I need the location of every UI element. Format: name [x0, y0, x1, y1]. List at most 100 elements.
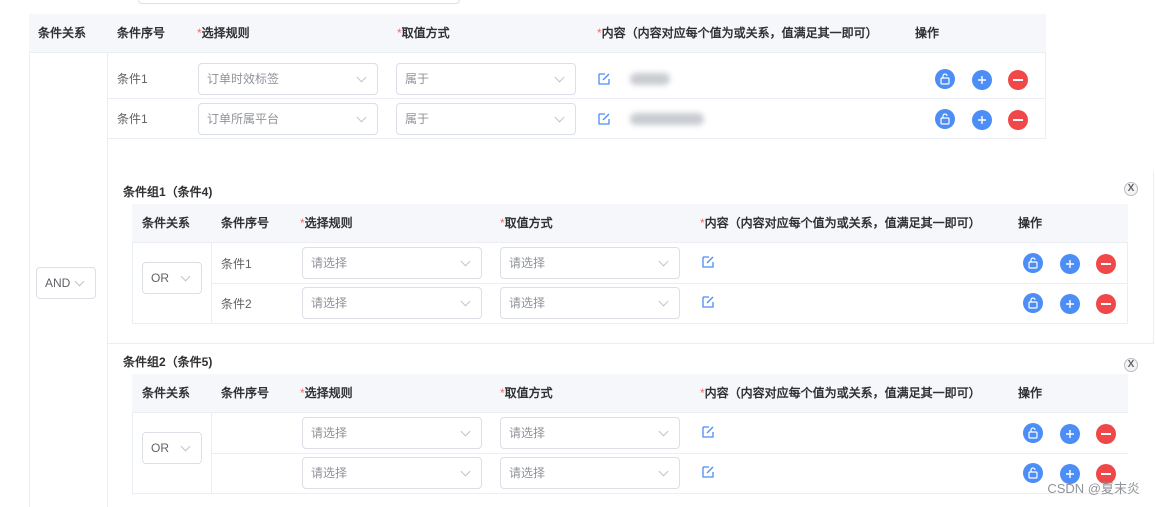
chevron-down-icon — [658, 256, 669, 267]
relation-value: OR — [151, 271, 169, 285]
method-value: 属于 — [405, 72, 430, 86]
method-value: 请选择 — [509, 296, 546, 310]
method-select[interactable]: 请选择 — [500, 247, 680, 279]
header-seq: 条件序号 — [221, 386, 270, 400]
remove-button[interactable] — [1096, 294, 1116, 314]
add-button[interactable] — [972, 110, 992, 130]
chevron-down-icon — [180, 271, 191, 282]
row-seq: 条件1 — [117, 112, 148, 126]
row-seq: 条件1 — [117, 72, 148, 86]
remove-button[interactable] — [1008, 110, 1028, 130]
method-value: 属于 — [405, 112, 430, 126]
unlock-button[interactable] — [1023, 463, 1043, 483]
chevron-down-icon — [460, 466, 471, 477]
unlock-button[interactable] — [1023, 293, 1043, 313]
unlock-icon — [1028, 467, 1038, 479]
method-select[interactable]: 请选择 — [500, 417, 680, 449]
chevron-down-icon — [554, 112, 565, 123]
method-select[interactable]: 请选择 — [500, 457, 680, 489]
top-input-partial[interactable] — [138, 0, 460, 4]
edit-icon[interactable] — [701, 465, 715, 479]
edit-icon[interactable] — [597, 112, 611, 126]
header-ops: 操作 — [1018, 216, 1043, 230]
unlock-button[interactable] — [1023, 253, 1043, 273]
method-value: 请选择 — [509, 426, 546, 440]
group-bottom-border — [132, 493, 1128, 494]
plus-icon — [1066, 260, 1074, 268]
chevron-down-icon — [356, 112, 367, 123]
minus-icon — [1101, 303, 1111, 305]
edit-icon[interactable] — [701, 425, 715, 439]
rule-select[interactable]: 请选择 — [302, 417, 482, 449]
remove-button[interactable] — [1008, 70, 1028, 90]
minus-icon — [1101, 433, 1111, 435]
relation-value: AND — [45, 276, 71, 290]
header-method: *取值方式 — [397, 26, 450, 40]
rule-value: 请选择 — [311, 256, 348, 270]
add-button[interactable] — [1060, 254, 1080, 274]
group-relation-select[interactable]: OR — [142, 432, 202, 464]
rule-value: 请选择 — [311, 296, 348, 310]
group-title: 条件组1（条件4) — [123, 185, 213, 199]
method-select[interactable]: 属于 — [396, 103, 576, 135]
header-ops: 操作 — [1018, 386, 1043, 400]
outer-right-border — [1045, 53, 1046, 139]
method-select[interactable]: 属于 — [396, 63, 576, 95]
chevron-down-icon — [460, 426, 471, 437]
outer-row-divider — [108, 98, 1046, 99]
row-seq: 条件2 — [221, 297, 252, 311]
relation-value: OR — [151, 441, 169, 455]
group-title: 条件组2（条件5) — [123, 355, 213, 369]
header-rule: *选择规则 — [197, 26, 250, 40]
plus-icon — [978, 116, 986, 124]
outer-relation-select[interactable]: AND — [36, 267, 96, 299]
header-rule: *选择规则 — [300, 386, 353, 400]
plus-icon — [1066, 430, 1074, 438]
header-rule: *选择规则 — [300, 216, 353, 230]
blurred-content — [630, 73, 670, 85]
unlock-icon — [940, 73, 950, 85]
minus-icon — [1013, 79, 1023, 81]
chevron-down-icon — [658, 426, 669, 437]
rule-select[interactable]: 请选择 — [302, 247, 482, 279]
method-select[interactable]: 请选择 — [500, 287, 680, 319]
group-row-divider — [212, 283, 1128, 284]
chevron-down-icon — [180, 441, 191, 452]
add-button[interactable] — [972, 70, 992, 90]
group-right-border — [1153, 172, 1154, 343]
edit-icon[interactable] — [701, 295, 715, 309]
header-relation: 条件关系 — [142, 216, 191, 230]
chevron-down-icon — [460, 256, 471, 267]
close-group-button[interactable]: X — [1124, 358, 1138, 372]
add-button[interactable] — [1060, 294, 1080, 314]
group-bottom-border — [132, 323, 1128, 324]
unlock-icon — [1028, 427, 1038, 439]
method-value: 请选择 — [509, 466, 546, 480]
unlock-button[interactable] — [935, 109, 955, 129]
remove-button[interactable] — [1096, 254, 1116, 274]
outer-table-header: 条件关系 条件序号 *选择规则 *取值方式 *内容（内容对应每个值为或关系，值满… — [29, 14, 1046, 53]
chevron-down-icon — [658, 296, 669, 307]
rule-select[interactable]: 请选择 — [302, 287, 482, 319]
unlock-button[interactable] — [1023, 423, 1043, 443]
unlock-button[interactable] — [935, 69, 955, 89]
method-value: 请选择 — [509, 256, 546, 270]
group-relation-select[interactable]: OR — [142, 262, 202, 294]
chevron-down-icon — [460, 296, 471, 307]
header-content: *内容（内容对应每个值为或关系，值满足其一即可） — [700, 216, 981, 230]
rule-select[interactable]: 请选择 — [302, 457, 482, 489]
edit-icon[interactable] — [701, 255, 715, 269]
add-button[interactable] — [1060, 424, 1080, 444]
group-row-divider — [212, 453, 1128, 454]
plus-icon — [1066, 300, 1074, 308]
header-ops: 操作 — [915, 26, 940, 40]
remove-button[interactable] — [1096, 424, 1116, 444]
outer-left-border — [29, 53, 30, 507]
rule-select[interactable]: 订单时效标签 — [198, 63, 378, 95]
group-table-header: 条件关系 条件序号 *选择规则 *取值方式 *内容（内容对应每个值为或关系，值满… — [132, 204, 1128, 243]
rule-select[interactable]: 订单所属平台 — [198, 103, 378, 135]
close-group-button[interactable]: X — [1124, 182, 1138, 196]
unlock-icon — [940, 113, 950, 125]
edit-icon[interactable] — [597, 72, 611, 86]
unlock-icon — [1028, 257, 1038, 269]
